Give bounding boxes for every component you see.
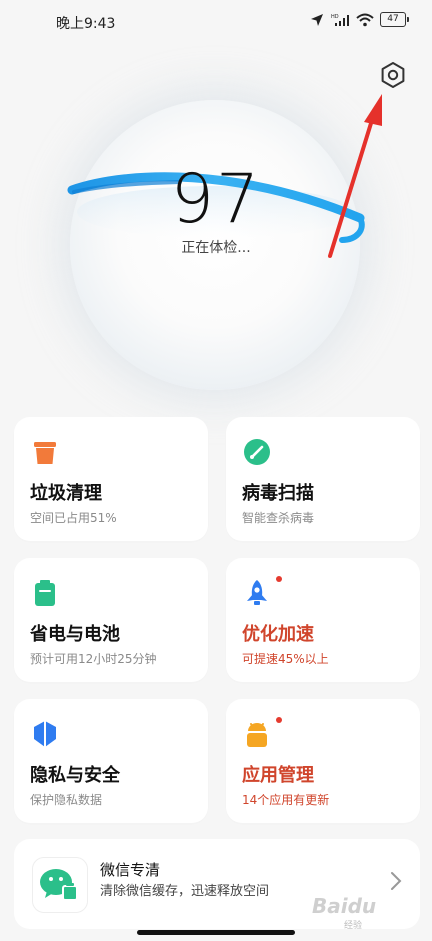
card-desc: 可提速45%以上 [242, 652, 329, 666]
home-indicator[interactable] [137, 930, 295, 935]
card-junk-cleanup[interactable]: 垃圾清理 空间已占用51% [14, 417, 208, 541]
location-icon [311, 13, 323, 26]
card-desc: 保护隐私数据 [30, 793, 103, 807]
card-desc: 预计可用12小时25分钟 [30, 652, 157, 666]
gear-icon[interactable] [378, 60, 408, 90]
card-desc: 空间已占用51% [30, 511, 117, 525]
status-icons: HD 47 [310, 12, 409, 27]
card-desc: 14个应用有更新 [242, 793, 330, 807]
rocket-icon [247, 580, 267, 605]
shield-icon [34, 721, 56, 747]
card-title: 优化加速 [242, 624, 314, 645]
android-icon [247, 723, 267, 747]
card-title: 隐私与安全 [30, 765, 120, 786]
status-time: 晚上9:43 [56, 16, 116, 32]
wechat-clean-icon [32, 857, 88, 913]
card-app-management[interactable]: 应用管理 14个应用有更新 [226, 699, 420, 823]
status-bar: 晚上9:43 HD 47 [0, 0, 432, 46]
watermark: Baidu [312, 894, 377, 918]
notification-dot [276, 576, 282, 582]
card-power-battery[interactable]: 省电与电池 预计可用12小时25分钟 [14, 558, 208, 682]
watermark-sub: 经验 [344, 921, 363, 931]
signal-icon: HD [331, 14, 349, 26]
virus-scan-icon [244, 439, 270, 465]
wechat-clean-desc: 清除微信缓存，迅速释放空间 [100, 884, 270, 899]
chevron-right-icon [391, 872, 402, 890]
svg-text:HD: HD [331, 14, 339, 20]
trash-icon [34, 442, 56, 464]
card-title: 省电与电池 [30, 624, 120, 645]
wechat-clean-title: 微信专清 [100, 861, 161, 879]
card-speed-boost[interactable]: 优化加速 可提速45%以上 [226, 558, 420, 682]
battery-icon: 47 [380, 12, 409, 27]
battery-icon [35, 580, 55, 606]
card-title: 垃圾清理 [30, 483, 102, 504]
card-virus-scan[interactable]: 病毒扫描 智能查杀病毒 [226, 417, 420, 541]
wifi-icon [356, 13, 374, 26]
notification-dot [276, 717, 282, 723]
health-score: 97 [170, 160, 262, 239]
card-title: 应用管理 [242, 765, 314, 786]
card-privacy-security[interactable]: 隐私与安全 保护隐私数据 [14, 699, 208, 823]
scan-status: 正在体检... [181, 240, 251, 256]
card-desc: 智能查杀病毒 [242, 511, 315, 525]
card-title: 病毒扫描 [242, 483, 314, 504]
